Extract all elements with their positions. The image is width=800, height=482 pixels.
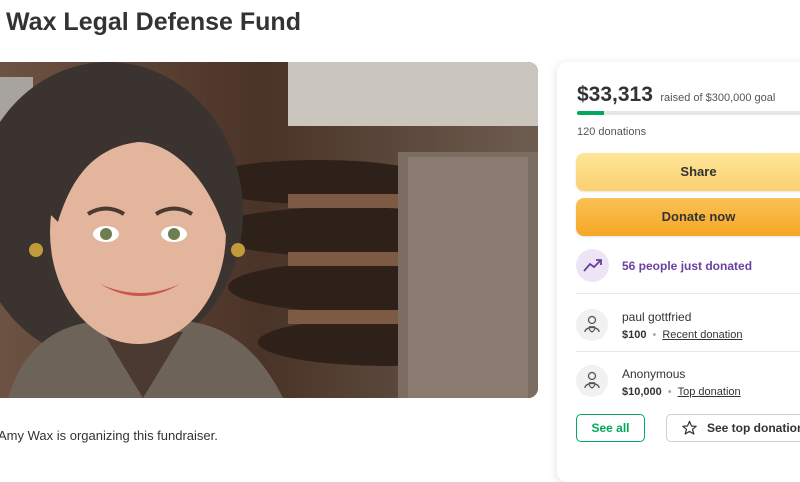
trending-up-icon [576, 249, 609, 282]
see-top-donations-button[interactable]: See top donations [666, 414, 800, 442]
donor-amount: $100 [622, 329, 646, 341]
donor-name: Anonymous [622, 367, 685, 381]
donor-name: paul gottfried [622, 310, 691, 324]
donor-meta: $100 • Recent donation [622, 329, 742, 341]
donation-card: $33,313 raised of $300,000 goal 120 dona… [557, 62, 800, 482]
divider [576, 351, 800, 352]
star-outline-icon [681, 420, 698, 436]
recent-donation-link[interactable]: Recent donation [662, 329, 742, 341]
donate-now-button[interactable]: Donate now [576, 198, 800, 236]
page-title: Wax Legal Defense Fund [6, 8, 301, 37]
progress-bar [577, 111, 800, 115]
share-button[interactable]: Share [576, 153, 800, 191]
see-all-button[interactable]: See all [576, 414, 645, 442]
divider [576, 293, 800, 294]
separator-dot: • [668, 386, 672, 398]
hero-image [0, 62, 538, 398]
donations-count: 120 donations [577, 126, 646, 138]
raised-amount: $33,313 [577, 83, 653, 106]
donate-button-label: Donate now [589, 198, 800, 236]
top-donation-link[interactable]: Top donation [678, 386, 741, 398]
donor-meta: $10,000 • Top donation [622, 386, 741, 398]
amount-row: $33,313 raised of $300,000 goal [577, 83, 775, 107]
share-button-label: Share [589, 153, 800, 191]
donor-amount: $10,000 [622, 386, 662, 398]
donor-heart-icon [576, 309, 608, 341]
progress-fill [577, 111, 604, 115]
separator-dot: • [652, 329, 656, 341]
recent-donors-text: 56 people just donated [622, 259, 752, 273]
see-top-donations-label: See top donations [707, 415, 800, 441]
donor-heart-icon [576, 365, 608, 397]
goal-text: raised of $300,000 goal [660, 92, 775, 104]
organizer-text: Amy Wax is organizing this fundraiser. [0, 428, 218, 443]
